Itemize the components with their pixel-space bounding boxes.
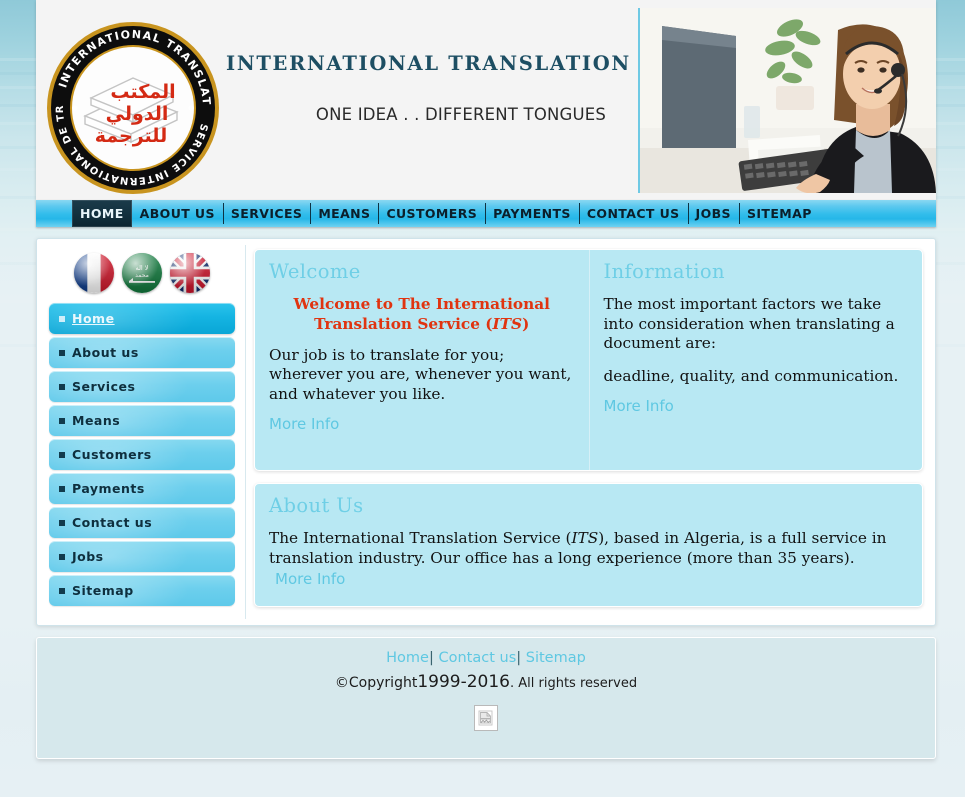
sidebar-item-label: Services bbox=[72, 379, 136, 394]
content-area: لا اله محمد bbox=[36, 238, 936, 626]
header-title-block: INTERNATIONAL TRANSLATION SERVICE ONE ID… bbox=[226, 52, 751, 124]
welcome-paragraph: Our job is to translate for you; whereve… bbox=[269, 345, 572, 403]
top-panels: Welcome Welcome to The International Tra… bbox=[254, 249, 923, 471]
sidebar-item-label: Means bbox=[72, 413, 121, 428]
nav-item-label: SITEMAP bbox=[746, 206, 812, 221]
welcome-headline-b: ) bbox=[522, 314, 530, 333]
nav-item-home[interactable]: HOME bbox=[72, 200, 132, 227]
bullet-icon bbox=[59, 451, 65, 458]
sidebar-item-label: Home bbox=[72, 311, 115, 326]
nav-item-label: CUSTOMERS bbox=[386, 206, 478, 221]
copyright-notice: ©Copyright1999-2016. All rights reserved bbox=[37, 672, 935, 692]
nav-item-label: HOME bbox=[80, 206, 124, 221]
about-panel: About Us The International Translation S… bbox=[254, 483, 923, 607]
nav-item-customers[interactable]: CUSTOMERS bbox=[378, 200, 485, 227]
about-text-its: ITS bbox=[571, 529, 599, 547]
nav-item-label: CONTACT US bbox=[586, 206, 680, 221]
page-title: INTERNATIONAL TRANSLATION SERVICE bbox=[226, 52, 751, 75]
sidebar-item-jobs[interactable]: Jobs bbox=[49, 541, 235, 572]
bullet-icon bbox=[59, 587, 65, 594]
about-title: About Us bbox=[269, 494, 364, 517]
flag-gloss bbox=[170, 253, 210, 293]
sidebar-item-about-us[interactable]: About us bbox=[49, 337, 235, 368]
sidebar-item-sitemap[interactable]: Sitemap bbox=[49, 575, 235, 606]
nav-item-payments[interactable]: PAYMENTS bbox=[485, 200, 579, 227]
svg-text:المكتب: المكتب bbox=[110, 81, 175, 103]
nav-item-contact-us[interactable]: CONTACT US bbox=[578, 200, 688, 227]
its-logo: المكتب الدولي للترجمة INTERNATIONAL TRAN… bbox=[45, 20, 221, 196]
nav-item-jobs[interactable]: JOBS bbox=[687, 200, 739, 227]
information-title: Information bbox=[603, 260, 725, 283]
copyright-years: 1999-2016 bbox=[417, 672, 510, 692]
broken-image-icon bbox=[474, 705, 498, 731]
header-photo bbox=[638, 8, 936, 193]
footer-links: Home| Contact us| Sitemap bbox=[37, 650, 935, 666]
bullet-icon bbox=[59, 553, 65, 560]
flag-saudi-arabia[interactable]: لا اله محمد bbox=[122, 253, 162, 293]
nav-item-label: SERVICES bbox=[230, 206, 303, 221]
flag-gloss bbox=[74, 253, 114, 293]
sidebar-item-services[interactable]: Services bbox=[49, 371, 235, 402]
bullet-icon bbox=[59, 519, 65, 526]
nav-item-label: PAYMENTS bbox=[493, 206, 571, 221]
site-footer: Home| Contact us| Sitemap ©Copyright1999… bbox=[36, 637, 936, 759]
about-text-a: The International Translation Service ( bbox=[269, 529, 572, 547]
bullet-icon bbox=[59, 485, 65, 492]
nav-item-label: JOBS bbox=[695, 206, 731, 221]
nav-item-sitemap[interactable]: SITEMAP bbox=[738, 200, 820, 227]
nav-item-label: ABOUT US bbox=[139, 206, 215, 221]
welcome-headline-its: ITS bbox=[492, 314, 523, 333]
about-more-info-link[interactable]: More Info bbox=[275, 570, 345, 588]
information-paragraph-2: deadline, quality, and communication. bbox=[603, 366, 899, 385]
sidebar: لا اله محمد bbox=[43, 245, 246, 619]
footer-link-sitemap[interactable]: Sitemap bbox=[526, 650, 586, 666]
bullet-icon bbox=[59, 417, 65, 424]
bullet-icon bbox=[59, 315, 65, 322]
svg-text:للترجمة: للترجمة bbox=[95, 125, 167, 147]
flag-gloss bbox=[122, 253, 162, 293]
welcome-headline: Welcome to The International Translation… bbox=[269, 295, 575, 335]
sidebar-item-home[interactable]: Home bbox=[49, 303, 235, 334]
sidebar-item-label: Contact us bbox=[72, 515, 153, 530]
sidebar-item-label: Payments bbox=[72, 481, 145, 496]
welcome-more-info-link[interactable]: More Info bbox=[269, 415, 339, 433]
sidebar-item-customers[interactable]: Customers bbox=[49, 439, 235, 470]
flag-united-kingdom[interactable] bbox=[170, 253, 210, 293]
about-text: The International Translation Service (I… bbox=[269, 529, 908, 568]
sidebar-item-means[interactable]: Means bbox=[49, 405, 235, 436]
information-more-info-link[interactable]: More Info bbox=[604, 397, 674, 415]
nav-item-label: MEANS bbox=[318, 206, 371, 221]
sidebar-item-label: About us bbox=[72, 345, 139, 360]
footer-link-contact-us[interactable]: Contact us bbox=[438, 650, 516, 666]
information-paragraph-1: The most important factors we take into … bbox=[603, 295, 895, 353]
footer-link-separator: | bbox=[428, 650, 434, 666]
nav-item-about-us[interactable]: ABOUT US bbox=[132, 200, 223, 227]
sidebar-item-label: Jobs bbox=[72, 549, 104, 564]
footer-link-separator: | bbox=[516, 650, 522, 666]
site-tagline: ONE IDEA . . DIFFERENT TONGUES bbox=[315, 105, 607, 124]
nav-item-means[interactable]: MEANS bbox=[310, 200, 378, 227]
bullet-icon bbox=[59, 349, 65, 356]
welcome-panel: Welcome Welcome to The International Tra… bbox=[255, 250, 589, 470]
sidebar-item-contact-us[interactable]: Contact us bbox=[49, 507, 235, 538]
sidebar-item-label: Sitemap bbox=[72, 583, 134, 598]
main-column: Welcome Welcome to The International Tra… bbox=[246, 245, 929, 619]
copyright-suffix: . All rights reserved bbox=[510, 676, 638, 691]
main-navigation: HOME ABOUT US SERVICES MEANS CUSTOMERS PAYMEN… bbox=[36, 200, 936, 227]
welcome-title: Welcome bbox=[269, 260, 361, 283]
language-flags: لا اله محمد bbox=[43, 245, 241, 303]
svg-text:الدولي: الدولي bbox=[106, 103, 169, 125]
sidebar-item-payments[interactable]: Payments bbox=[49, 473, 235, 504]
information-panel: Information The most important factors w… bbox=[588, 250, 923, 470]
footer-link-home[interactable]: Home bbox=[386, 650, 429, 666]
page-container: المكتب الدولي للترجمة INTERNATIONAL TRAN… bbox=[36, 0, 936, 759]
flag-france[interactable] bbox=[74, 253, 114, 293]
copyright-prefix: ©Copyright bbox=[334, 675, 418, 691]
bullet-icon bbox=[59, 383, 65, 390]
site-header: المكتب الدولي للترجمة INTERNATIONAL TRAN… bbox=[36, 0, 936, 200]
sidebar-menu: Home About us Services Means Customers Paymen… bbox=[43, 303, 241, 606]
nav-item-services[interactable]: SERVICES bbox=[222, 200, 310, 227]
sidebar-item-label: Customers bbox=[72, 447, 152, 462]
